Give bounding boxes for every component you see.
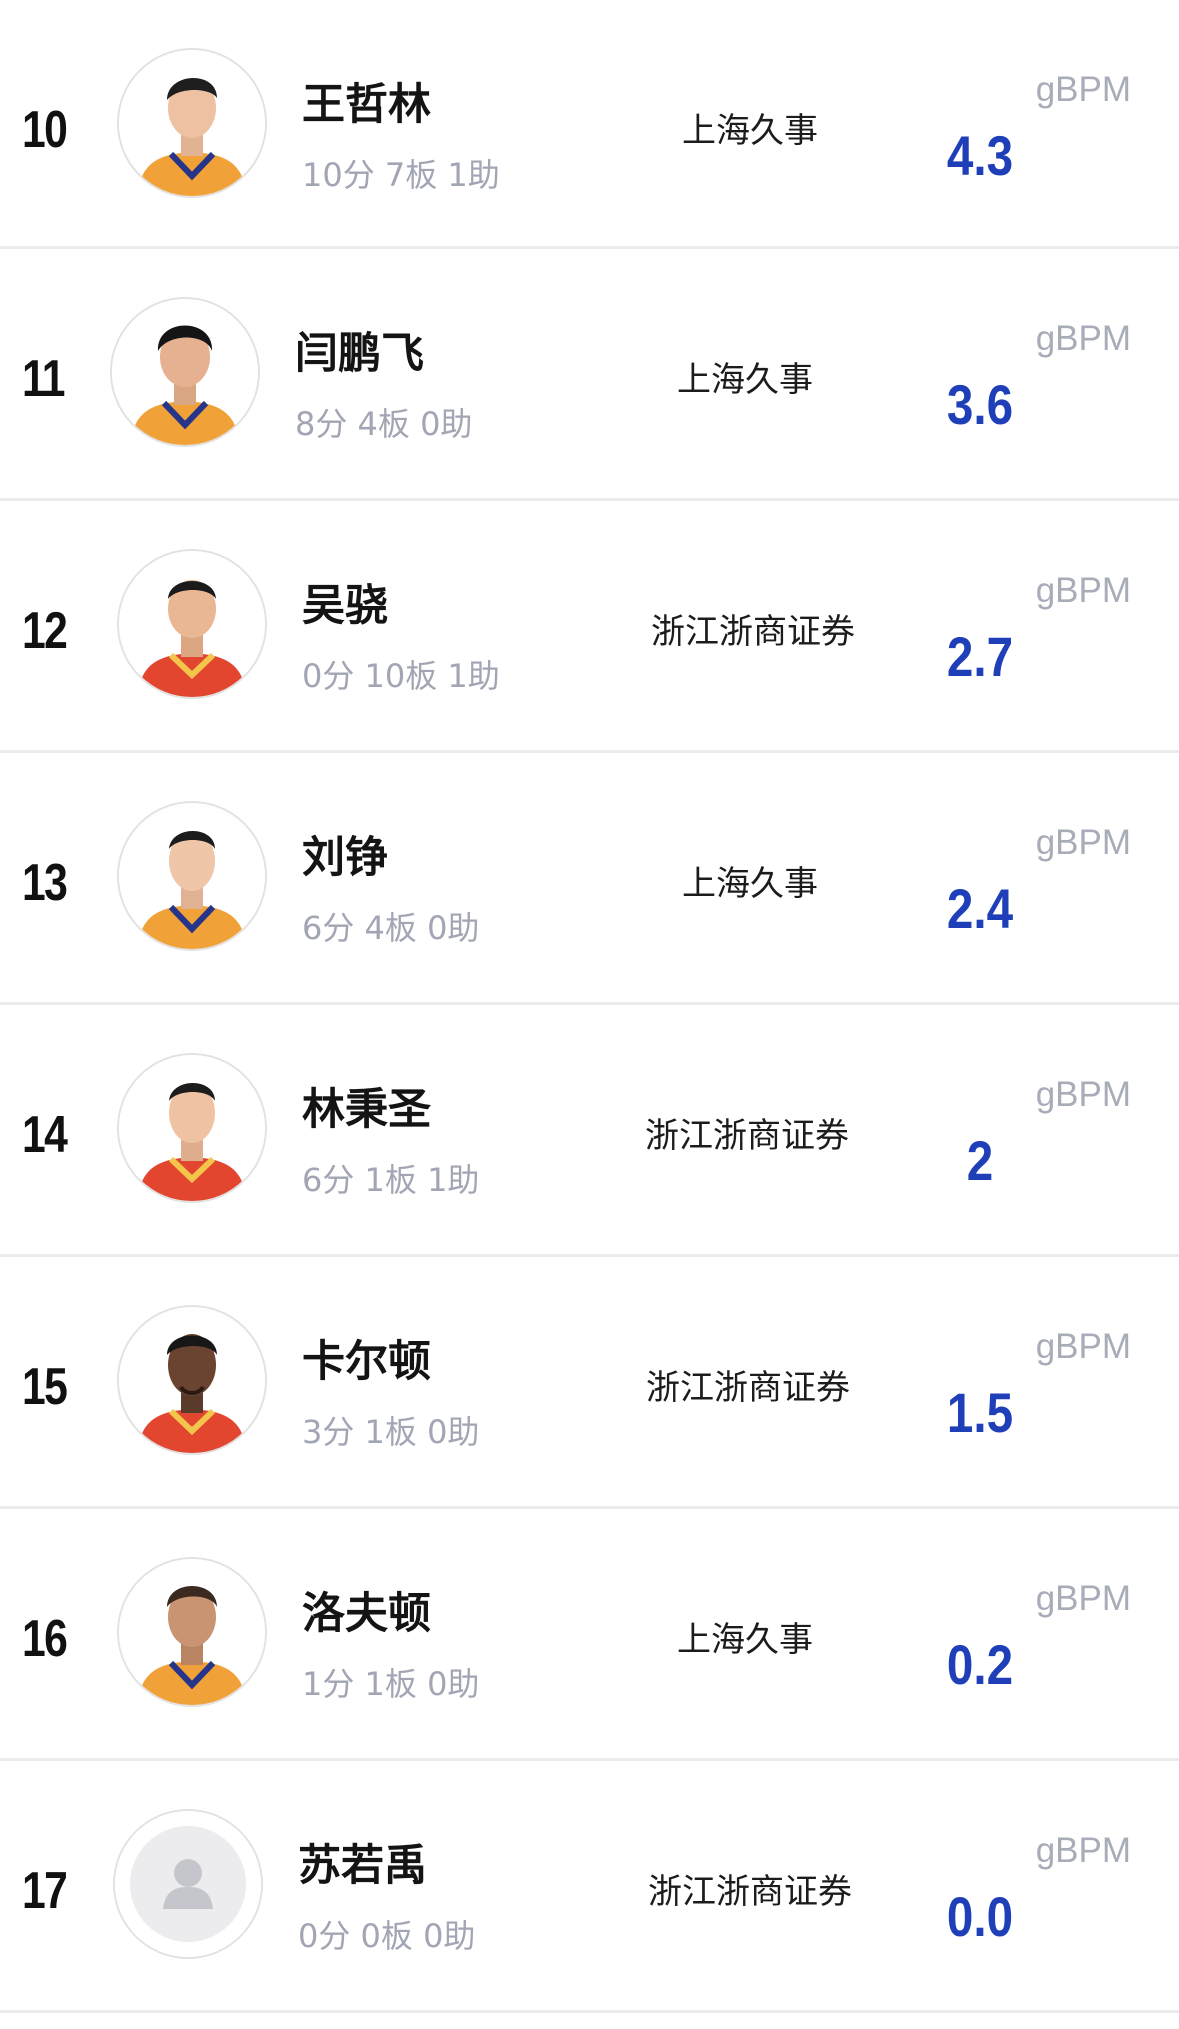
team-name: 浙江浙商证券 xyxy=(645,1116,849,1156)
player-row[interactable]: 11 闫鹏飞 8分 4板 0助 上海久事 gBPM 3.6 xyxy=(0,249,1179,501)
player-stats: 0分 0板 0助 xyxy=(298,1917,476,1955)
rank-number: 13 xyxy=(22,854,68,912)
player-row[interactable]: 10 王哲林 10分 7板 1助 上海久事 gBPM 4.3 xyxy=(0,0,1179,249)
player-photo-icon xyxy=(119,50,265,196)
player-photo-icon xyxy=(119,1307,265,1453)
metric-label: gBPM xyxy=(1035,1075,1131,1114)
metric-value: 2 xyxy=(966,1129,994,1192)
metric-value: 1.5 xyxy=(946,1381,1014,1444)
player-avatar xyxy=(117,1557,267,1707)
team-name: 上海久事 xyxy=(677,1620,813,1660)
player-avatar xyxy=(113,1809,263,1959)
rank-number: 14 xyxy=(22,1106,68,1164)
player-photo-icon xyxy=(119,1559,265,1705)
metric-value: 2.7 xyxy=(946,625,1014,688)
rank-number: 10 xyxy=(22,101,68,159)
player-name: 林秉圣 xyxy=(302,1085,431,1135)
player-name: 刘铮 xyxy=(302,833,388,883)
player-row[interactable]: 16 洛夫顿 1分 1板 0助 上海久事 gBPM 0.2 xyxy=(0,1509,1179,1761)
player-photo-icon xyxy=(119,1055,265,1201)
player-row[interactable]: 12 吴骁 0分 10板 1助 浙江浙商证券 gBPM 2.7 xyxy=(0,501,1179,753)
player-stats: 0分 10板 1助 xyxy=(302,657,500,695)
rank-number: 17 xyxy=(22,1862,68,1920)
player-stats: 6分 4板 0助 xyxy=(302,909,480,947)
player-row[interactable]: 17 苏若禹 0分 0板 0助 浙江浙商证券 gBPM 0.0 xyxy=(0,1761,1179,2013)
player-stats: 8分 4板 0助 xyxy=(295,405,473,443)
metric-label: gBPM xyxy=(1035,571,1131,610)
metric-label: gBPM xyxy=(1035,319,1131,358)
player-name: 苏若禹 xyxy=(298,1841,427,1891)
player-row[interactable]: 13 刘铮 6分 4板 0助 上海久事 gBPM 2.4 xyxy=(0,753,1179,1005)
metric-value: 0.2 xyxy=(946,1633,1014,1696)
team-name: 上海久事 xyxy=(677,360,813,400)
metric-label: gBPM xyxy=(1035,823,1131,862)
player-avatar xyxy=(110,297,260,447)
player-photo-icon xyxy=(119,551,265,697)
rank-number: 11 xyxy=(22,350,65,408)
metric-label: gBPM xyxy=(1035,1831,1131,1870)
player-stats: 6分 1板 1助 xyxy=(302,1161,480,1199)
player-stats: 3分 1板 0助 xyxy=(302,1413,480,1451)
metric-value: 4.3 xyxy=(946,124,1014,187)
team-name: 浙江浙商证券 xyxy=(651,612,855,652)
rank-number: 15 xyxy=(22,1358,68,1416)
player-avatar xyxy=(117,48,267,198)
player-avatar xyxy=(117,801,267,951)
player-avatar xyxy=(117,1053,267,1203)
player-stats: 10分 7板 1助 xyxy=(302,156,500,194)
team-name: 上海久事 xyxy=(682,111,818,151)
default-avatar-icon xyxy=(115,1811,261,1957)
rank-number: 16 xyxy=(22,1610,68,1668)
player-photo-icon xyxy=(112,299,258,445)
metric-label: gBPM xyxy=(1035,70,1131,109)
metric-label: gBPM xyxy=(1035,1579,1131,1618)
player-name: 洛夫顿 xyxy=(302,1589,431,1639)
rank-number: 12 xyxy=(22,602,68,660)
player-name: 王哲林 xyxy=(302,80,431,130)
player-name: 闫鹏飞 xyxy=(295,329,424,379)
metric-value: 3.6 xyxy=(946,373,1014,436)
team-name: 上海久事 xyxy=(682,864,818,904)
metric-label: gBPM xyxy=(1035,1327,1131,1366)
player-stats: 1分 1板 0助 xyxy=(302,1665,480,1703)
player-avatar xyxy=(117,549,267,699)
metric-value: 2.4 xyxy=(946,877,1014,940)
team-name: 浙江浙商证券 xyxy=(648,1872,852,1912)
metric-value: 0.0 xyxy=(946,1885,1014,1948)
player-avatar xyxy=(117,1305,267,1455)
player-row[interactable]: 15 卡尔顿 3分 1板 0助 浙江浙商证券 gBPM 1.5 xyxy=(0,1257,1179,1509)
player-row[interactable]: 14 林秉圣 6分 1板 1助 浙江浙商证券 gBPM 2 xyxy=(0,1005,1179,1257)
player-name: 卡尔顿 xyxy=(302,1337,431,1387)
player-photo-icon xyxy=(119,803,265,949)
player-name: 吴骁 xyxy=(302,581,388,631)
team-name: 浙江浙商证券 xyxy=(646,1368,850,1408)
